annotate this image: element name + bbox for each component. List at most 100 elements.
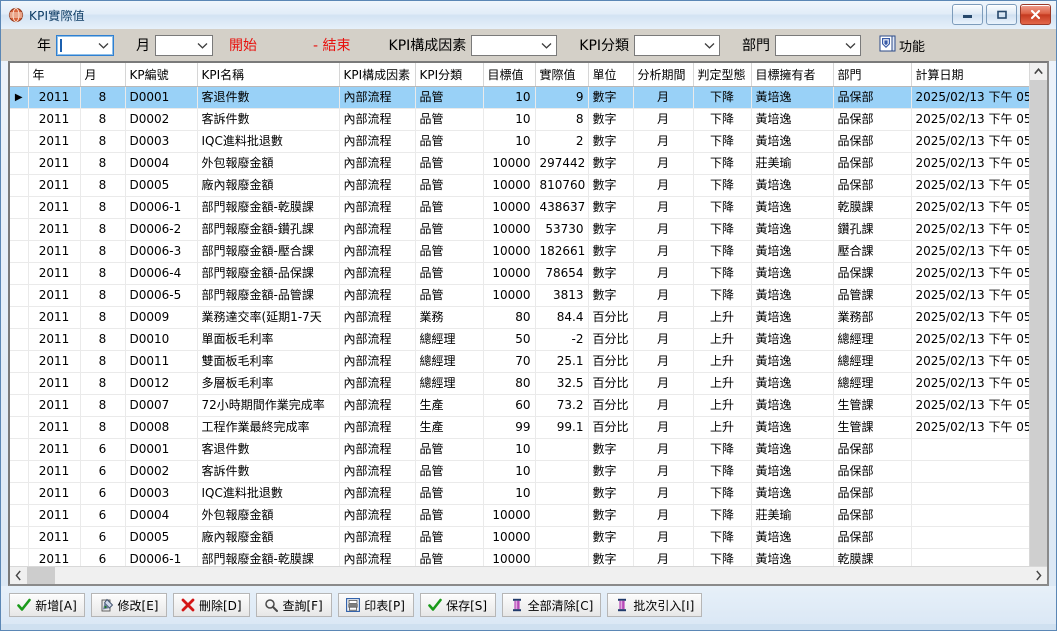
cell-year[interactable]: 2011 — [28, 438, 81, 461]
action-button-7[interactable]: 全部清除[C] — [501, 593, 602, 617]
table-row[interactable]: 2011 8 D0006-3 部門報廢金額-壓合課 內部流程 品管 10000 182661 數… — [10, 240, 1029, 263]
cell-code[interactable]: D0002 — [125, 108, 198, 131]
cell-category[interactable]: 品管 — [415, 152, 484, 175]
cell-dept[interactable]: 品保部 — [833, 152, 912, 175]
cell-year[interactable]: 2011 — [28, 504, 81, 527]
month-select[interactable] — [155, 34, 213, 56]
cell-target[interactable]: 10000 — [483, 196, 536, 219]
cell-actual[interactable] — [535, 526, 589, 549]
action-button-8[interactable]: 批次引入[I] — [607, 593, 703, 617]
cell-category[interactable]: 生產 — [415, 394, 484, 417]
cell-trend[interactable]: 下降 — [693, 196, 752, 219]
column-header-calcdate[interactable]: 計算日期 — [911, 63, 1029, 87]
row-indicator[interactable] — [10, 306, 29, 329]
cell-month[interactable]: 8 — [80, 240, 126, 263]
cell-category[interactable]: 業務 — [415, 306, 484, 329]
cell-year[interactable]: 2011 — [28, 306, 81, 329]
cell-unit[interactable]: 數字 — [588, 86, 634, 109]
cell-unit[interactable]: 數字 — [588, 438, 634, 461]
row-indicator[interactable] — [10, 350, 29, 373]
table-row[interactable]: 2011 8 D0006-2 部門報廢金額-鑽孔課 內部流程 品管 10000 53730 數字… — [10, 218, 1029, 241]
cell-year[interactable]: 2011 — [28, 218, 81, 241]
cell-calcdate[interactable]: 2025/02/13 下午 05:29:12 — [911, 240, 1029, 263]
cell-year[interactable]: 2011 — [28, 240, 81, 263]
cell-trend[interactable]: 下降 — [693, 174, 752, 197]
cell-trend[interactable]: 下降 — [693, 240, 752, 263]
cell-calcdate[interactable]: 2025/02/13 下午 05:27:57 — [911, 130, 1029, 153]
cell-target[interactable]: 10000 — [483, 526, 536, 549]
cell-unit[interactable]: 數字 — [588, 240, 634, 263]
row-indicator[interactable] — [10, 526, 29, 549]
cell-owner[interactable]: 黃培逸 — [751, 548, 834, 566]
cell-name[interactable]: 部門報廢金額-品管課 — [197, 284, 340, 307]
cell-target[interactable]: 10000 — [483, 284, 536, 307]
cell-owner[interactable]: 莊美瑜 — [751, 504, 834, 527]
row-indicator[interactable] — [10, 372, 29, 395]
row-indicator[interactable]: ▶ — [10, 86, 29, 109]
row-indicator[interactable] — [10, 284, 29, 307]
cell-category[interactable]: 品管 — [415, 174, 484, 197]
cell-factor[interactable]: 內部流程 — [339, 504, 416, 527]
cell-period[interactable]: 月 — [633, 306, 694, 329]
cell-target[interactable]: 99 — [483, 416, 536, 439]
cell-category[interactable]: 總經理 — [415, 328, 484, 351]
cell-dept[interactable]: 壓合課 — [833, 240, 912, 263]
cell-year[interactable]: 2011 — [28, 526, 81, 549]
table-row[interactable]: 2011 6 D0002 客訴件數 內部流程 品管 10 數字月下降 黃培逸 品保部 — [10, 460, 1029, 483]
row-indicator[interactable] — [10, 438, 29, 461]
cell-owner[interactable]: 黃培逸 — [751, 196, 834, 219]
cell-target[interactable]: 10000 — [483, 504, 536, 527]
cell-code[interactable]: D0006-5 — [125, 284, 198, 307]
cell-owner[interactable]: 黃培逸 — [751, 394, 834, 417]
cell-trend[interactable]: 下降 — [693, 482, 752, 505]
cell-actual[interactable]: 297442 — [535, 152, 589, 175]
cell-period[interactable]: 月 — [633, 526, 694, 549]
cell-year[interactable]: 2011 — [28, 460, 81, 483]
scroll-up-button[interactable] — [1030, 63, 1047, 80]
table-row[interactable]: 2011 6 D0001 客退件數 內部流程 品管 10 數字月下降 黃培逸 品保部 — [10, 438, 1029, 461]
table-row[interactable]: 2011 8 D0008 工程作業最終完成率 內部流程 生產 99 99.1 百分比月上升 黃培逸… — [10, 416, 1029, 439]
cell-category[interactable]: 總經理 — [415, 350, 484, 373]
cell-unit[interactable]: 數字 — [588, 218, 634, 241]
cell-month[interactable]: 8 — [80, 174, 126, 197]
cell-name[interactable]: 部門報廢金額-乾膜課 — [197, 196, 340, 219]
cell-month[interactable]: 8 — [80, 328, 126, 351]
cell-dept[interactable]: 乾膜課 — [833, 548, 912, 566]
cell-code[interactable]: D0002 — [125, 460, 198, 483]
cell-factor[interactable]: 內部流程 — [339, 328, 416, 351]
close-button[interactable] — [1020, 4, 1051, 25]
cell-factor[interactable]: 內部流程 — [339, 416, 416, 439]
cell-period[interactable]: 月 — [633, 416, 694, 439]
cell-owner[interactable]: 黃培逸 — [751, 350, 834, 373]
cell-factor[interactable]: 內部流程 — [339, 196, 416, 219]
cell-owner[interactable]: 黃培逸 — [751, 262, 834, 285]
department-select[interactable] — [775, 34, 862, 56]
cell-dept[interactable]: 鑽孔課 — [833, 218, 912, 241]
cell-calcdate[interactable] — [911, 504, 1029, 527]
cell-target[interactable]: 50 — [483, 328, 536, 351]
cell-code[interactable]: D0004 — [125, 504, 198, 527]
cell-dept[interactable]: 品管課 — [833, 284, 912, 307]
cell-month[interactable]: 6 — [80, 482, 126, 505]
cell-name[interactable]: 業務達交率(延期1-7天 — [197, 306, 340, 329]
cell-period[interactable]: 月 — [633, 284, 694, 307]
kpi-factor-select[interactable] — [471, 34, 558, 56]
cell-month[interactable]: 8 — [80, 416, 126, 439]
cell-calcdate[interactable]: 2025/02/13 下午 05:30:57 — [911, 350, 1029, 373]
cell-month[interactable]: 6 — [80, 438, 126, 461]
cell-period[interactable]: 月 — [633, 174, 694, 197]
cell-trend[interactable]: 下降 — [693, 130, 752, 153]
cell-calcdate[interactable]: 2025/02/13 下午 05:27:42 — [911, 108, 1029, 131]
cell-owner[interactable]: 黃培逸 — [751, 218, 834, 241]
cell-month[interactable]: 6 — [80, 504, 126, 527]
cell-code[interactable]: D0003 — [125, 130, 198, 153]
cell-trend[interactable]: 下降 — [693, 548, 752, 566]
cell-name[interactable]: 工程作業最終完成率 — [197, 416, 340, 439]
cell-period[interactable]: 月 — [633, 262, 694, 285]
cell-owner[interactable]: 黃培逸 — [751, 460, 834, 483]
cell-dept[interactable]: 品保部 — [833, 108, 912, 131]
cell-calcdate[interactable]: 2025/02/13 下午 05:30:13 — [911, 416, 1029, 439]
cell-factor[interactable]: 內部流程 — [339, 174, 416, 197]
cell-period[interactable]: 月 — [633, 152, 694, 175]
cell-actual[interactable]: 810760 — [535, 174, 589, 197]
